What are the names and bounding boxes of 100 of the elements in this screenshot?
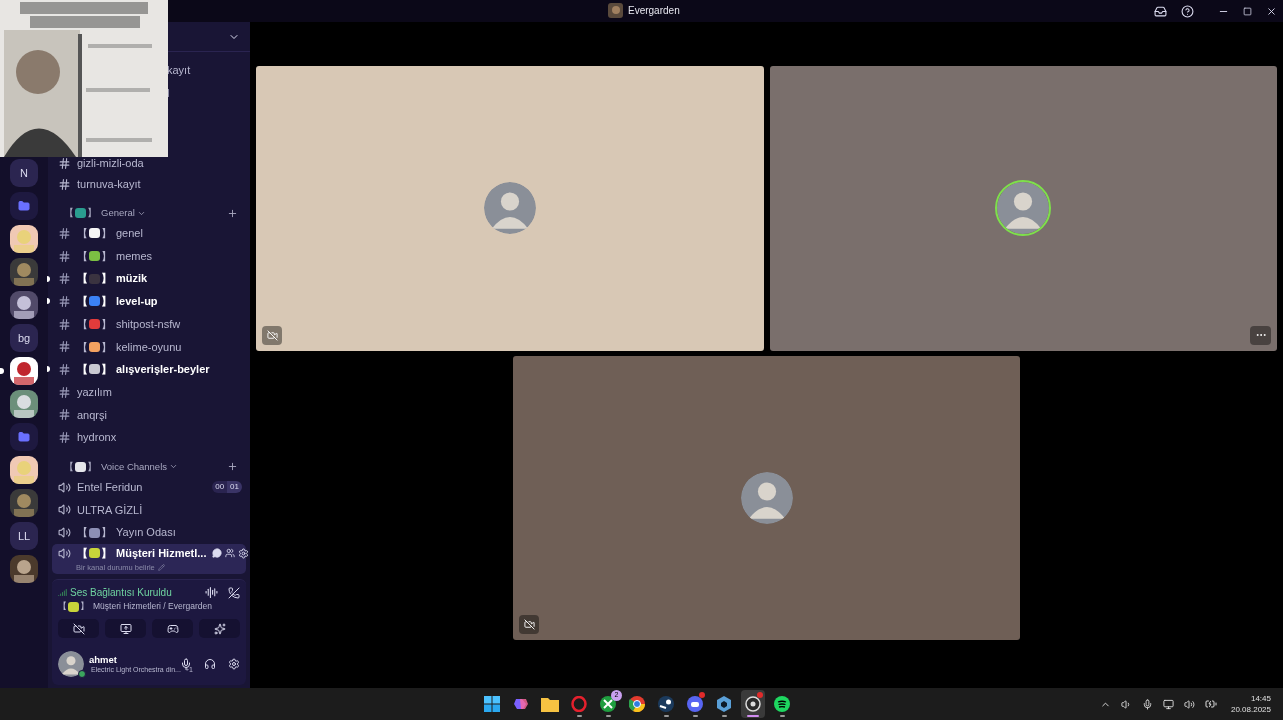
channel-name[interactable]: yazılım: [77, 383, 112, 401]
avatar-icon: [740, 471, 793, 524]
hash-icon: [58, 249, 71, 263]
server-icon[interactable]: LL: [10, 522, 38, 550]
ring-icon: [571, 696, 587, 712]
bracket: 】: [101, 362, 112, 378]
activity-button[interactable]: [152, 619, 193, 638]
channel-name[interactable]: 【 】 müzik: [77, 270, 148, 287]
avatar-icon: [997, 182, 1050, 235]
server-folder[interactable]: [10, 423, 38, 451]
hash-icon: [58, 157, 71, 170]
hash-icon: [58, 317, 71, 331]
soundboard-button[interactable]: [199, 619, 240, 638]
channel-name[interactable]: 【 】 alışverişler-beyler: [77, 361, 210, 378]
sparkles-icon: [213, 622, 226, 635]
bracket: 【: [64, 459, 74, 474]
hash-icon: [58, 272, 71, 286]
battery-icon[interactable]: [1204, 698, 1217, 710]
server-folder[interactable]: [10, 192, 38, 220]
taskbar-app[interactable]: [741, 690, 765, 718]
channel-name[interactable]: anqrşi: [77, 406, 107, 424]
add-icon[interactable]: [227, 461, 238, 473]
wheel-icon: [629, 696, 645, 712]
video-tile[interactable]: [513, 355, 1020, 640]
chat-icon[interactable]: [212, 548, 223, 559]
bracket: 】: [80, 600, 89, 613]
voice-channel-path[interactable]: 【 】 Müşteri Hizmetleri / Evergarden: [58, 600, 240, 613]
voice-channel[interactable]: ULTRA GİZLİ: [52, 498, 246, 522]
folder-icon: [541, 696, 559, 712]
invite-icon[interactable]: [225, 548, 236, 559]
channel-name[interactable]: 【 】 shitpost-nsfw: [77, 315, 181, 333]
channel-name[interactable]: 【 】 kelime-oyunu: [77, 338, 182, 356]
add-icon[interactable]: [227, 207, 238, 219]
bracket: 】: [87, 459, 97, 474]
channel-name[interactable]: hydronx: [77, 429, 117, 446]
bracket: 】: [101, 546, 112, 562]
bracket: 【: [58, 600, 67, 613]
more-button[interactable]: [1250, 325, 1271, 345]
speaker-icon[interactable]: [1183, 698, 1195, 710]
bracket: 】: [101, 271, 112, 287]
maximize-icon[interactable]: [1243, 6, 1252, 16]
microphone-icon[interactable]: [1141, 698, 1153, 710]
camera-off-glyph: [523, 619, 535, 630]
channel-item[interactable]: gizli-mizli-oda: [52, 157, 246, 170]
screen-share-button[interactable]: [105, 619, 146, 638]
noise-suppression-icon[interactable]: [205, 586, 218, 600]
cube-icon: [716, 696, 732, 712]
screen-share-icon: [119, 622, 132, 635]
camera-off-icon: [72, 622, 85, 635]
category-header[interactable]: 【 】 Voice Channels: [64, 459, 168, 474]
bracket: 】: [101, 226, 112, 242]
hash-icon: [58, 294, 71, 308]
server-icon[interactable]: N: [10, 159, 38, 187]
monitor-icon[interactable]: [1162, 698, 1174, 710]
bracket: 【: [77, 248, 88, 264]
headphones-icon[interactable]: [204, 658, 216, 670]
speaker-icon[interactable]: [1120, 698, 1132, 710]
bracket: 【: [77, 362, 88, 378]
channel-name[interactable]: 【 】 memes: [77, 247, 153, 265]
cross-circle-icon: [600, 696, 616, 712]
channel-name: 【 】 Yayın Odası: [77, 524, 176, 541]
speaker-icon: [58, 526, 71, 540]
video-tile[interactable]: [256, 66, 764, 351]
start-icon: [484, 696, 500, 712]
controller-icon: [687, 696, 703, 712]
connection-status: Ses Bağlantısı Kuruldu: [70, 586, 172, 601]
hash-icon: [58, 226, 71, 240]
channel-item[interactable]: turnuva-kayıt: [52, 178, 246, 191]
channel-name[interactable]: 【 】 genel: [77, 225, 143, 242]
bracket: 【: [64, 205, 74, 220]
category-header[interactable]: 【 】 General: [64, 205, 135, 221]
settings-icon[interactable]: [238, 547, 250, 559]
waves-icon: [774, 696, 790, 712]
server-icon[interactable]: bg: [10, 324, 38, 352]
disconnect-icon[interactable]: [228, 586, 240, 599]
settings-icon[interactable]: [228, 658, 240, 670]
channel-name[interactable]: kayıt: [167, 62, 191, 79]
help-icon[interactable]: [1181, 4, 1194, 18]
voice-channel[interactable]: Entel Feridun 00 01: [52, 475, 246, 499]
channel-name[interactable]: 【 】 level-up: [77, 293, 158, 310]
bracket: 】: [101, 294, 112, 310]
video-tile[interactable]: [769, 66, 1277, 351]
bracket: 【: [77, 339, 88, 355]
folder-icon: [18, 200, 30, 212]
microphone-icon[interactable]: [180, 658, 192, 670]
hash-icon: [58, 408, 71, 422]
close-icon[interactable]: [1266, 5, 1277, 17]
window-title: Evergarden: [628, 4, 680, 18]
bracket: 】: [87, 205, 97, 220]
clock[interactable]: 14:45 20.08.2025: [1230, 693, 1271, 715]
inbox-icon[interactable]: [1154, 4, 1167, 18]
bracket: 】: [101, 339, 112, 355]
channel-name: ULTRA GİZLİ: [77, 502, 143, 518]
bracket: 【: [77, 525, 88, 541]
bracket: 】: [101, 248, 112, 264]
folder-icon: [18, 431, 30, 443]
avatar-icon: [483, 182, 536, 235]
voice-channel[interactable]: 【 】 Yayın Odası: [52, 521, 246, 544]
bracket: 【: [77, 271, 88, 287]
camera-button[interactable]: [58, 619, 99, 638]
